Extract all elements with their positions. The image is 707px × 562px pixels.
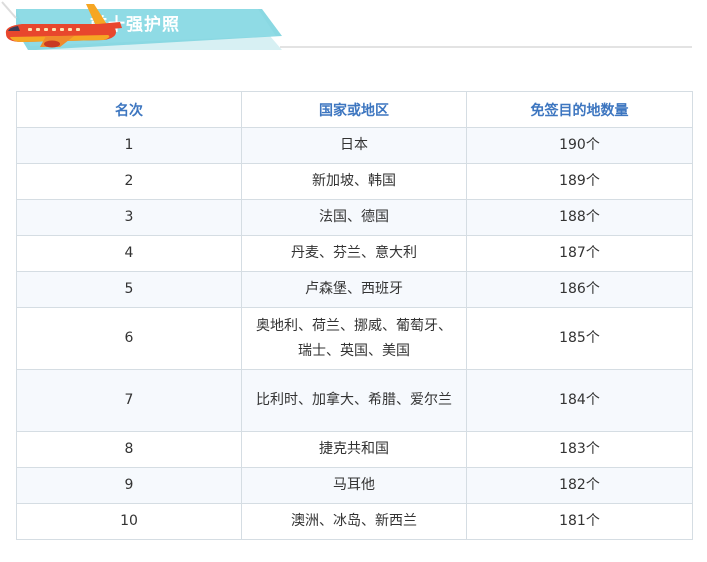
countries-cell: 澳洲、冰岛、新西兰 bbox=[240, 503, 467, 540]
table-row: 6 奥地利、荷兰、挪威、葡萄牙、瑞士、英国、美国 185个 bbox=[16, 307, 694, 370]
count-cell: 185个 bbox=[465, 307, 694, 370]
count-cell: 190个 bbox=[465, 127, 694, 164]
table-row: 7 比利时、加拿大、希腊、爱尔兰 184个 bbox=[16, 369, 694, 432]
table-row: 2 新加坡、韩国 189个 bbox=[16, 163, 694, 200]
countries-text: 卢森堡、西班牙 bbox=[304, 281, 403, 297]
rank-cell: 7 bbox=[16, 369, 242, 432]
countries-cell: 奥地利、荷兰、挪威、葡萄牙、瑞士、英国、美国 bbox=[240, 307, 467, 370]
countries-text: 奥地利、荷兰、挪威、葡萄牙、瑞士、英国、美国 bbox=[255, 317, 452, 359]
count-cell: 182个 bbox=[465, 467, 694, 504]
count-cell: 189个 bbox=[465, 163, 694, 200]
corner-chevron-icon bbox=[1, 1, 17, 19]
header-visa-free-count: 免签目的地数量 bbox=[465, 91, 694, 128]
passport-ranking-table: 名次 国家或地区 免签目的地数量 1 日本 190个 2 新加坡、韩国 189个… bbox=[16, 91, 694, 540]
table-row: 8 捷克共和国 183个 bbox=[16, 431, 694, 468]
countries-text: 日本 bbox=[339, 137, 368, 153]
rank-cell: 3 bbox=[16, 199, 242, 236]
table-header-row: 名次 国家或地区 免签目的地数量 bbox=[16, 91, 694, 128]
rank-cell: 2 bbox=[16, 163, 242, 200]
countries-text: 捷克共和国 bbox=[318, 441, 389, 457]
countries-text: 法国、德国 bbox=[318, 209, 389, 225]
section-banner: 前十强护照 bbox=[0, 0, 707, 60]
countries-cell: 卢森堡、西班牙 bbox=[240, 271, 467, 308]
table-row: 4 丹麦、芬兰、意大利 187个 bbox=[16, 235, 694, 272]
table-row: 10 澳洲、冰岛、新西兰 181个 bbox=[16, 503, 694, 540]
countries-text: 丹麦、芬兰、意大利 bbox=[290, 245, 417, 261]
countries-cell: 新加坡、韩国 bbox=[240, 163, 467, 200]
header-countries: 国家或地区 bbox=[240, 91, 467, 128]
countries-text: 比利时、加拿大、希腊、爱尔兰 bbox=[255, 392, 452, 408]
count-cell: 186个 bbox=[465, 271, 694, 308]
count-cell: 181个 bbox=[465, 503, 694, 540]
countries-text: 澳洲、冰岛、新西兰 bbox=[290, 513, 417, 529]
rank-cell: 4 bbox=[16, 235, 242, 272]
table-row: 1 日本 190个 bbox=[16, 127, 694, 164]
count-cell: 187个 bbox=[465, 235, 694, 272]
rank-cell: 10 bbox=[16, 503, 242, 540]
countries-cell: 法国、德国 bbox=[240, 199, 467, 236]
table-row: 5 卢森堡、西班牙 186个 bbox=[16, 271, 694, 308]
countries-text: 马耳他 bbox=[332, 477, 375, 493]
table-row: 3 法国、德国 188个 bbox=[16, 199, 694, 236]
rank-cell: 6 bbox=[16, 307, 242, 370]
count-cell: 183个 bbox=[465, 431, 694, 468]
countries-cell: 捷克共和国 bbox=[240, 431, 467, 468]
count-cell: 184个 bbox=[465, 369, 694, 432]
rank-cell: 8 bbox=[16, 431, 242, 468]
rank-cell: 1 bbox=[16, 127, 242, 164]
header-rank: 名次 bbox=[16, 91, 242, 128]
countries-cell: 丹麦、芬兰、意大利 bbox=[240, 235, 467, 272]
countries-cell: 比利时、加拿大、希腊、爱尔兰 bbox=[240, 369, 467, 432]
count-cell: 188个 bbox=[465, 199, 694, 236]
rank-cell: 5 bbox=[16, 271, 242, 308]
countries-cell: 马耳他 bbox=[240, 467, 467, 504]
rank-cell: 9 bbox=[16, 467, 242, 504]
table-row: 9 马耳他 182个 bbox=[16, 467, 694, 504]
countries-cell: 日本 bbox=[240, 127, 467, 164]
countries-text: 新加坡、韩国 bbox=[311, 173, 396, 189]
